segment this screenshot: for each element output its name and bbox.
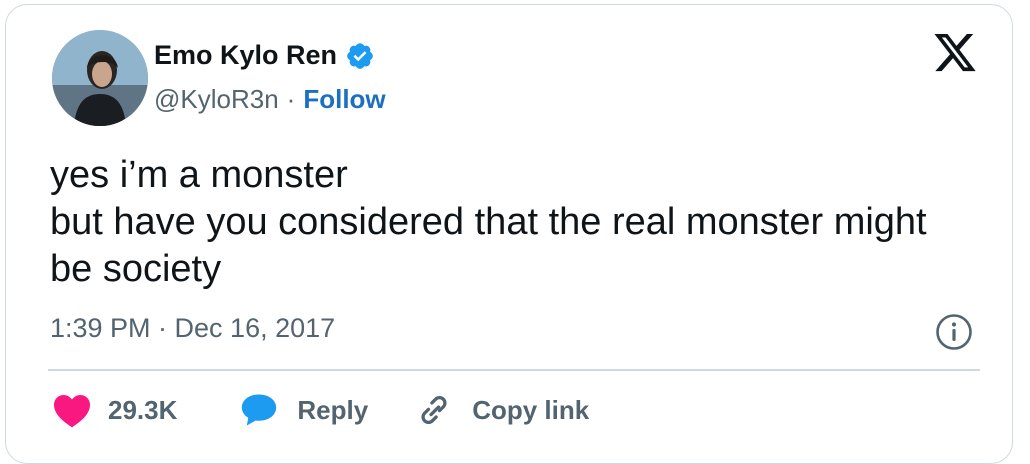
- verified-badge-icon: [347, 42, 373, 69]
- copy-link-button[interactable]: Copy link: [414, 392, 589, 428]
- avatar-image: [52, 30, 148, 126]
- author-handle[interactable]: @KyloR3n: [154, 84, 279, 115]
- tweet-text-line: but have you considered that the real mo…: [50, 201, 927, 243]
- avatar[interactable]: [52, 30, 148, 126]
- separator-dot: ·: [286, 84, 296, 114]
- author-handle-row: @KyloR3n · Follow: [154, 84, 386, 115]
- divider: [48, 369, 980, 371]
- like-count: 29.3K: [108, 394, 178, 425]
- author-name-row: Emo Kylo Ren: [154, 40, 375, 71]
- copy-link-label: Copy link: [472, 394, 590, 425]
- heart-icon: [54, 394, 90, 428]
- action-bar: 29.3K Reply Copy link: [52, 392, 589, 428]
- x-logo-icon[interactable]: [932, 33, 978, 75]
- like-button[interactable]: 29.3K: [52, 392, 177, 428]
- tweet-text: yes i’m a monster but have you considere…: [50, 152, 990, 293]
- tweet-text-line: yes i’m a monster: [50, 154, 348, 196]
- speech-bubble-icon: [242, 394, 277, 426]
- author-display-name[interactable]: Emo Kylo Ren: [154, 40, 337, 71]
- reply-button[interactable]: Reply: [239, 392, 368, 428]
- tweet-timestamp[interactable]: 1:39 PM · Dec 16, 2017: [50, 313, 335, 344]
- reply-label: Reply: [297, 394, 369, 425]
- follow-button[interactable]: Follow: [303, 84, 385, 115]
- link-icon: [421, 395, 447, 425]
- tweet-text-line: be society: [50, 248, 222, 290]
- info-icon[interactable]: [934, 312, 974, 352]
